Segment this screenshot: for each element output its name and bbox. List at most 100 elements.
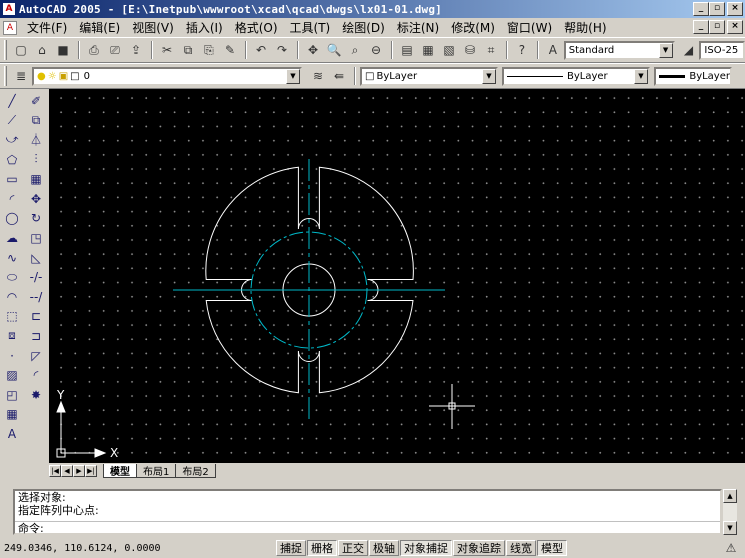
layer-manager-icon[interactable]: ≣ [11, 66, 31, 86]
tab-model[interactable]: 模型 [103, 464, 137, 478]
menu-insert[interactable]: 插入(I) [180, 19, 229, 36]
chamfer-icon[interactable]: ◸ [26, 346, 46, 366]
paste-icon[interactable]: ⎘ [199, 40, 219, 60]
undo-icon[interactable]: ↶ [251, 40, 271, 60]
chevron-down-icon[interactable]: ▼ [286, 68, 300, 84]
new-icon[interactable]: ▢ [11, 40, 31, 60]
scale-icon[interactable]: ◳ [26, 228, 46, 248]
line-icon[interactable]: ╱ [2, 91, 22, 111]
menu-view[interactable]: 视图(V) [126, 19, 180, 36]
status-toggle-6[interactable]: 线宽 [506, 540, 536, 556]
move-icon[interactable]: ✥ [26, 189, 46, 209]
point-icon[interactable]: · [2, 346, 22, 366]
copy-icon[interactable]: ⧉ [178, 40, 198, 60]
menu-tools[interactable]: 工具(T) [284, 19, 337, 36]
drawing-area[interactable]: Y X [49, 89, 745, 463]
doc-minimize-button[interactable]: _ [693, 20, 709, 34]
offset-icon[interactable]: ⫶ [26, 150, 46, 170]
status-toggle-2[interactable]: 正交 [338, 540, 368, 556]
make-block-icon[interactable]: ⧈ [2, 326, 22, 346]
layer-previous-icon[interactable]: ⇚ [329, 66, 349, 86]
design-center-icon[interactable]: ▦ [418, 40, 438, 60]
minimize-button[interactable]: _ [693, 2, 709, 16]
menu-modify[interactable]: 修改(M) [445, 19, 501, 36]
revision-cloud-icon[interactable]: ☁ [2, 228, 22, 248]
autocad-app-icon[interactable]: A [2, 2, 16, 16]
comm-center-icon[interactable]: ⚠ [721, 538, 741, 558]
next-tab-button[interactable]: ▶ [73, 465, 85, 477]
make-current-layer-icon[interactable]: ≋ [308, 66, 328, 86]
chevron-down-icon[interactable]: ▼ [482, 68, 496, 84]
trim-icon[interactable]: -/- [26, 267, 46, 287]
text-style-icon[interactable]: A [543, 40, 563, 60]
restore-button[interactable]: ▫ [709, 2, 725, 16]
save-icon[interactable]: ■ [53, 40, 73, 60]
scroll-up-arrow-icon[interactable]: ▲ [723, 489, 737, 503]
match-properties-icon[interactable]: ✎ [220, 40, 240, 60]
explode-icon[interactable]: ✸ [26, 385, 46, 405]
dim-style-select[interactable]: ISO-25 [699, 40, 745, 60]
command-window[interactable]: 选择对象: 指定阵列中心点: 命令: [13, 489, 722, 535]
menu-edit[interactable]: 编辑(E) [73, 19, 126, 36]
zoom-window-icon[interactable]: ⌕ [345, 40, 365, 60]
rotate-icon[interactable]: ↻ [26, 209, 46, 229]
last-tab-button[interactable]: ▶| [85, 465, 97, 477]
toolbar-grip[interactable] [4, 40, 7, 60]
coordinate-readout[interactable]: 249.0346, 110.6124, 0.0000 [0, 543, 276, 554]
status-toggle-4[interactable]: 对象捕捉 [400, 540, 452, 556]
zoom-realtime-icon[interactable]: 🔍 [324, 40, 344, 60]
status-toggle-5[interactable]: 对象追踪 [453, 540, 505, 556]
chevron-down-icon[interactable]: ▼ [634, 68, 648, 84]
dim-style-icon[interactable]: ◢ [679, 40, 699, 60]
plot-preview-icon[interactable]: ⎚ [105, 40, 125, 60]
tab-layout1[interactable]: 布局1 [136, 464, 177, 478]
command-scrollbar[interactable]: ▲ ▼ [723, 489, 737, 535]
polyline-icon[interactable]: ⤻ [2, 130, 22, 150]
break-icon[interactable]: ⊐ [26, 326, 46, 346]
menu-draw[interactable]: 绘图(D) [336, 19, 391, 36]
doc-close-button[interactable]: × [727, 20, 743, 34]
status-toggle-3[interactable]: 极轴 [369, 540, 399, 556]
open-icon[interactable]: ⌂ [32, 40, 52, 60]
tab-layout2[interactable]: 布局2 [175, 464, 216, 478]
zoom-previous-icon[interactable]: ⊖ [366, 40, 386, 60]
publish-icon[interactable]: ⇪ [126, 40, 146, 60]
stretch-icon[interactable]: ◺ [26, 248, 46, 268]
menu-file[interactable]: 文件(F) [21, 19, 73, 36]
break-at-point-icon[interactable]: ⊏ [26, 307, 46, 327]
pan-icon[interactable]: ✥ [303, 40, 323, 60]
menu-help[interactable]: 帮助(H) [558, 19, 612, 36]
layer-select[interactable]: ● ☼ ▣ □ 0 ▼ [32, 66, 302, 86]
insert-block-icon[interactable]: ⬚ [2, 307, 22, 327]
spline-icon[interactable]: ∿ [2, 248, 22, 268]
command-prompt[interactable]: 命令: [15, 521, 720, 535]
status-toggle-7[interactable]: 模型 [537, 540, 567, 556]
help-icon[interactable]: ? [512, 40, 532, 60]
doc-restore-button[interactable]: ▫ [709, 20, 725, 34]
fillet-icon[interactable]: ◜ [26, 365, 46, 385]
region-icon[interactable]: ◰ [2, 385, 22, 405]
scroll-down-arrow-icon[interactable]: ▼ [723, 521, 737, 535]
construction-line-icon[interactable]: ⟋ [2, 111, 22, 131]
toolbar-grip[interactable] [4, 66, 7, 86]
menu-window[interactable]: 窗口(W) [501, 19, 558, 36]
extend-icon[interactable]: --/ [26, 287, 46, 307]
ellipse-icon[interactable]: ⬭ [2, 267, 22, 287]
redo-icon[interactable]: ↷ [272, 40, 292, 60]
polygon-icon[interactable]: ⬠ [2, 150, 22, 170]
cut-icon[interactable]: ✂ [157, 40, 177, 60]
menu-format[interactable]: 格式(O) [229, 19, 284, 36]
lineweight-select[interactable]: ByLayer [654, 66, 732, 86]
menu-dimension[interactable]: 标注(N) [391, 19, 445, 36]
hatch-icon[interactable]: ▨ [2, 365, 22, 385]
chevron-down-icon[interactable]: ▼ [658, 42, 673, 58]
array-icon[interactable]: ▦ [26, 169, 46, 189]
ellipse-arc-icon[interactable]: ◠ [2, 287, 22, 307]
previous-tab-button[interactable]: ◀ [61, 465, 73, 477]
copy-object-icon[interactable]: ⧉ [26, 111, 46, 131]
erase-icon[interactable]: ✐ [26, 91, 46, 111]
color-select[interactable]: □ ByLayer ▼ [360, 66, 498, 86]
linetype-select[interactable]: ByLayer ▼ [502, 66, 650, 86]
text-style-select[interactable]: Standard ▼ [563, 40, 675, 60]
table-icon[interactable]: ▦ [2, 405, 22, 425]
